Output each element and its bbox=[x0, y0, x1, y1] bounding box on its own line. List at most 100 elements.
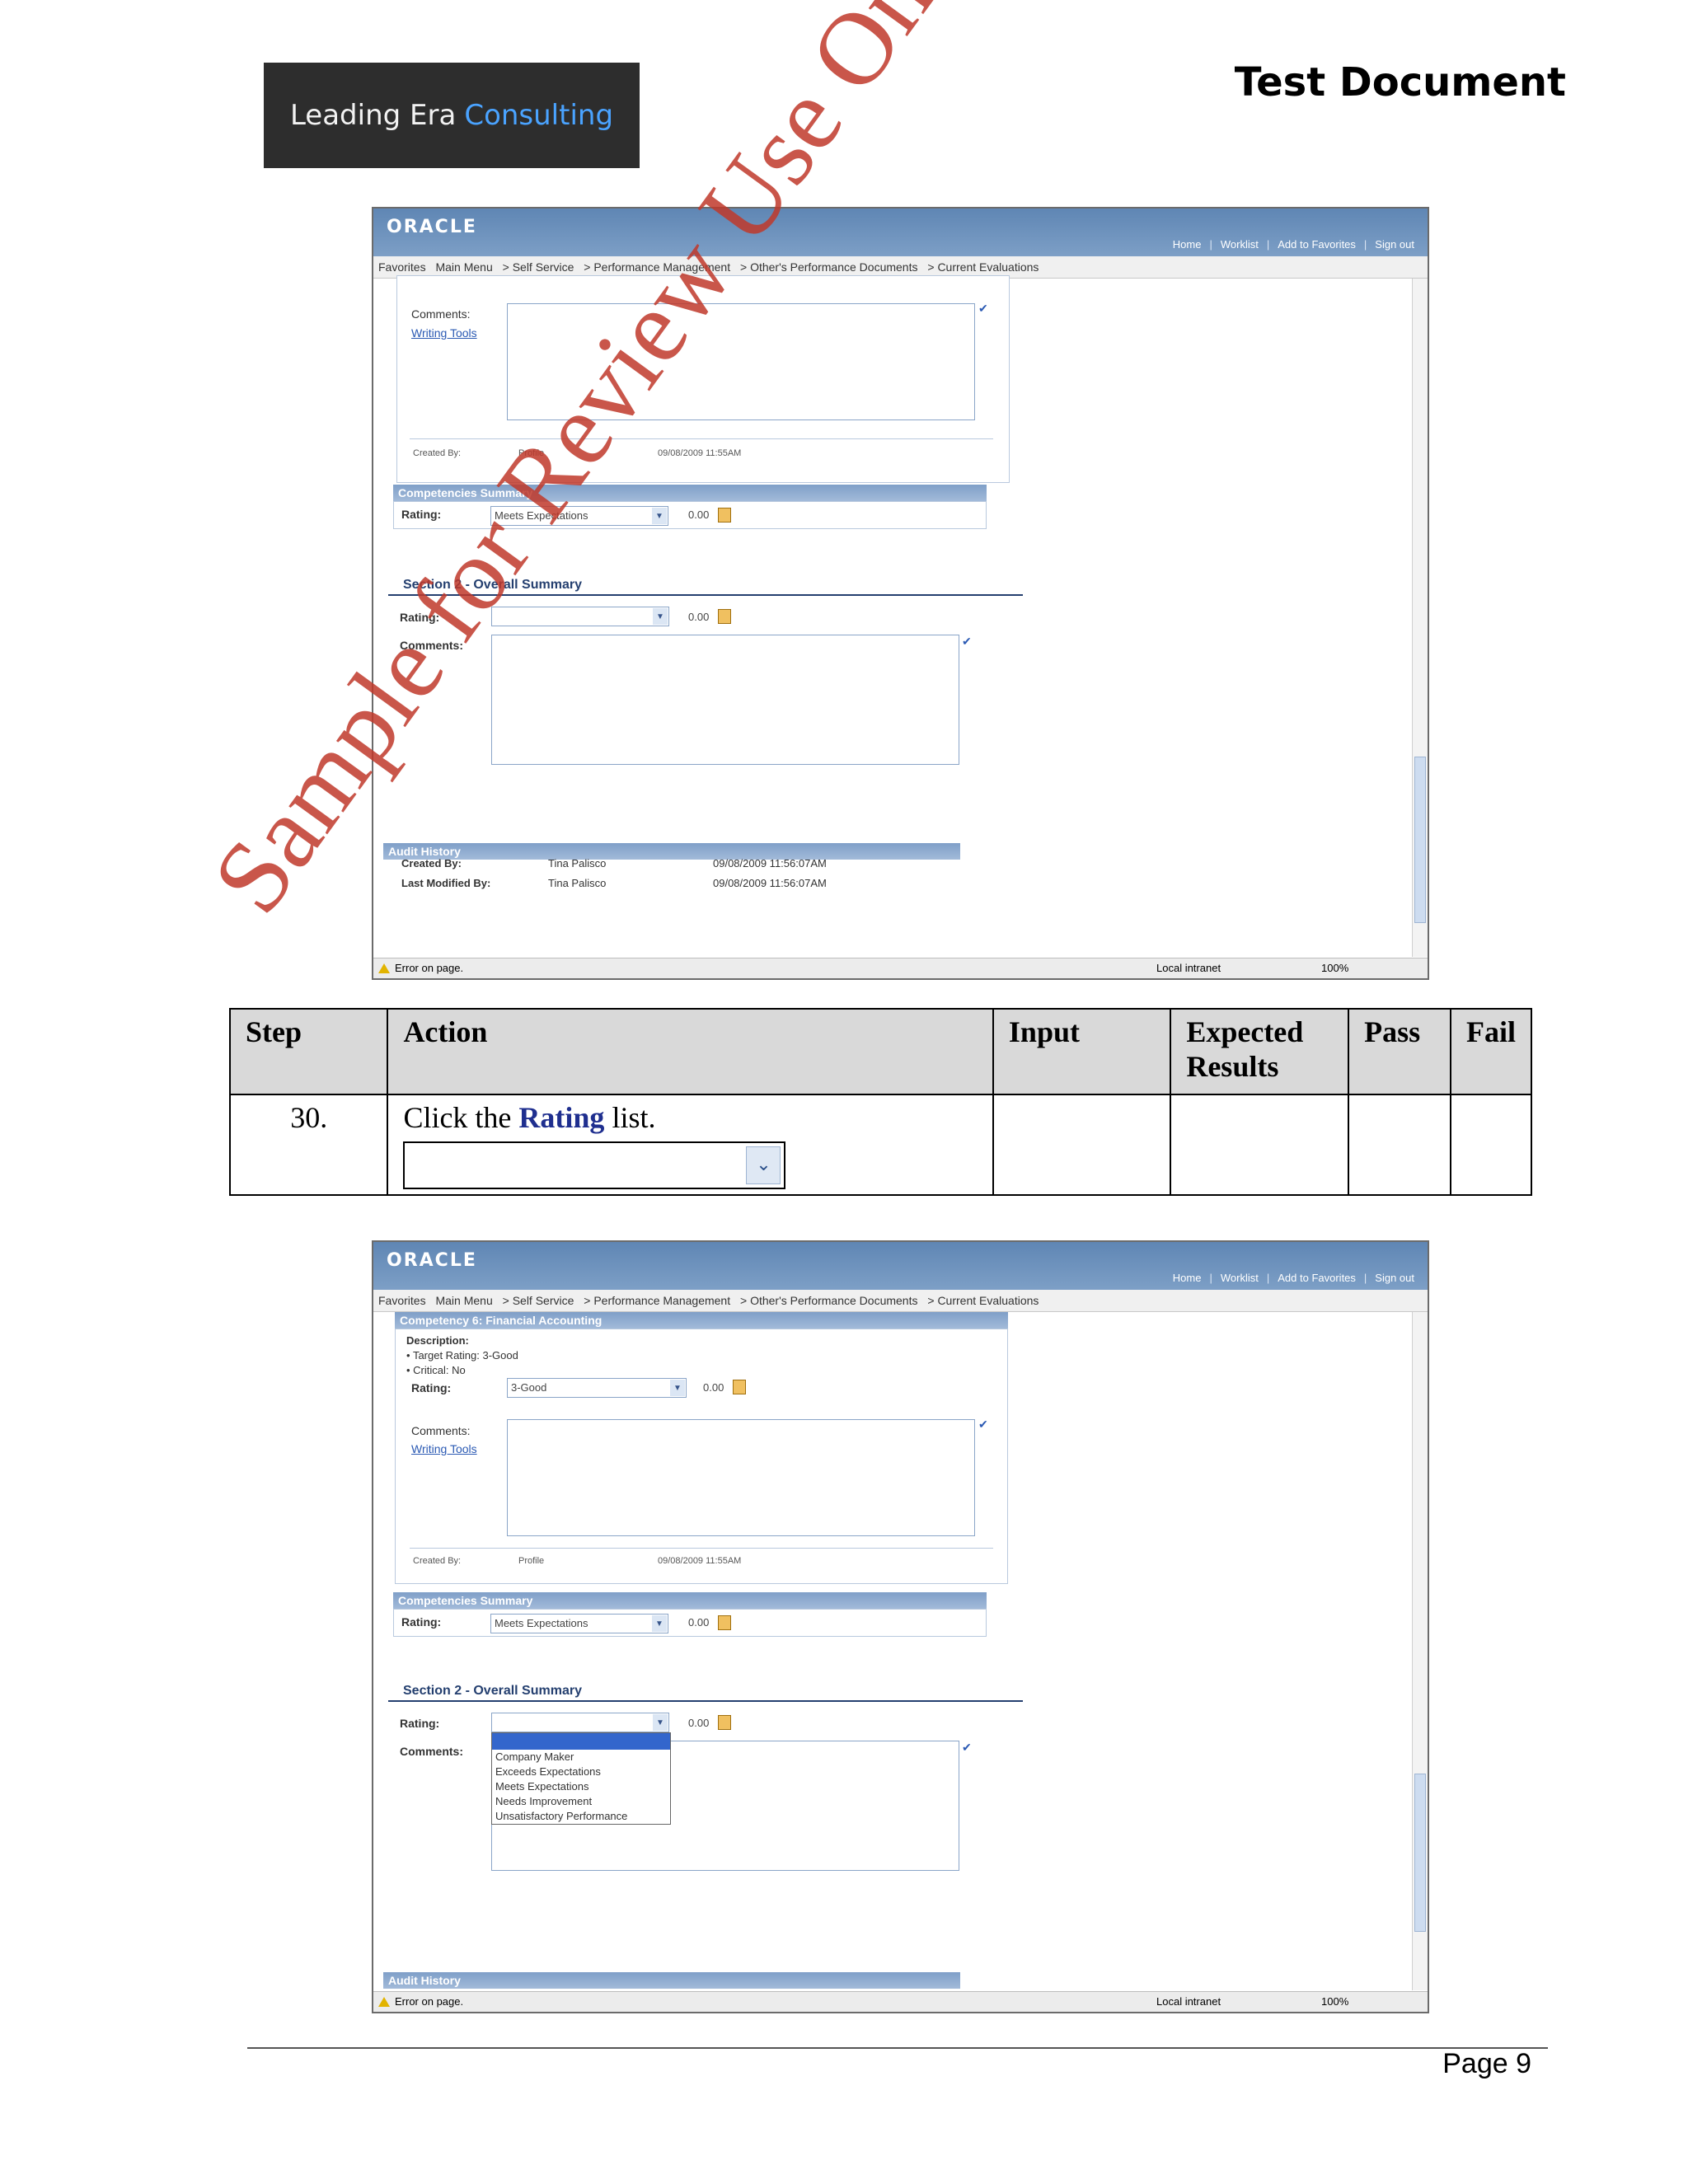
footer-divider bbox=[247, 2047, 1548, 2049]
warning-icon bbox=[378, 963, 390, 973]
bullet-target-rating-text: Target Rating: 3-Good bbox=[412, 1349, 518, 1361]
section-2-title: Section 2 - Overall Summary bbox=[403, 1684, 582, 1698]
action-text-post: list. bbox=[604, 1101, 656, 1134]
audit-modified-label: Last Modified By: bbox=[401, 877, 491, 889]
document-title: Test Document bbox=[1234, 59, 1566, 105]
audit-history-header[interactable]: Audit History bbox=[383, 1972, 960, 1989]
spellcheck-icon[interactable]: ✔ bbox=[962, 1741, 973, 1754]
section-score: 0.00 bbox=[688, 1717, 710, 1729]
action-text-pre: Click the bbox=[403, 1101, 519, 1134]
audit-created-label: Created By: bbox=[401, 857, 462, 869]
top-nav: Home | Worklist | Add to Favorites | Sign o… bbox=[1172, 238, 1414, 251]
comments-label: Comments: bbox=[411, 1424, 471, 1437]
pass-cell bbox=[1348, 1094, 1451, 1196]
nav-home[interactable]: Home bbox=[1173, 1272, 1202, 1284]
zone-text: Local intranet bbox=[1156, 962, 1221, 974]
crumb-favorites[interactable]: Favorites bbox=[378, 1294, 426, 1307]
calculator-icon[interactable] bbox=[718, 609, 731, 624]
spellcheck-icon[interactable]: ✔ bbox=[978, 302, 990, 315]
header-expected: Expected Results bbox=[1170, 1008, 1350, 1095]
section-rating-label: Rating: bbox=[400, 1717, 440, 1730]
header-pass: Pass bbox=[1348, 1008, 1451, 1095]
crumb-others-docs[interactable]: > Other's Performance Documents bbox=[740, 1294, 917, 1307]
dropdown-option[interactable]: Meets Expectations bbox=[492, 1779, 670, 1794]
crumb-current-evals[interactable]: > Current Evaluations bbox=[927, 1294, 1039, 1307]
audit-modified-name: Tina Palisco bbox=[548, 877, 607, 889]
section-comments-label: Comments: bbox=[400, 1745, 464, 1758]
crumb-self-service[interactable]: > Self Service bbox=[503, 260, 574, 274]
oracle-header-bar: ORACLE Home | Worklist | Add to Favorites |… bbox=[373, 1242, 1428, 1290]
writing-tools-link[interactable]: Writing Tools bbox=[411, 326, 477, 340]
chevron-down-icon: ▼ bbox=[653, 608, 668, 625]
header-fail: Fail bbox=[1450, 1008, 1532, 1095]
table-header-row: Step Action Input Expected Results Pass … bbox=[228, 1008, 1532, 1095]
calculator-icon[interactable] bbox=[718, 1715, 731, 1730]
logo-main-text: Leading Era bbox=[289, 99, 457, 132]
status-bar: Error on page. Local intranet 100% bbox=[373, 1991, 1428, 2012]
dropdown-option[interactable]: Needs Improvement bbox=[492, 1794, 670, 1809]
nav-sign-out[interactable]: Sign out bbox=[1375, 238, 1414, 251]
nav-add-favorites[interactable]: Add to Favorites bbox=[1278, 1272, 1356, 1284]
overall-comments-textarea[interactable] bbox=[491, 635, 959, 765]
summary-score: 0.00 bbox=[688, 1616, 710, 1629]
crumb-main-menu[interactable]: Main Menu bbox=[435, 1294, 492, 1307]
section-score: 0.00 bbox=[688, 611, 710, 623]
bullet-target-rating: • Target Rating: 3-Good bbox=[406, 1349, 518, 1361]
comments-textarea[interactable] bbox=[507, 1419, 975, 1536]
action-rating-term: Rating bbox=[518, 1101, 605, 1134]
crumb-favorites[interactable]: Favorites bbox=[378, 260, 426, 274]
crumb-performance[interactable]: > Performance Management bbox=[584, 1294, 730, 1307]
competency-header[interactable]: Competency 6: Financial Accounting bbox=[395, 1312, 1008, 1329]
audit-created-date: 09/08/2009 11:56:07AM bbox=[713, 857, 827, 869]
audit-modified-date: 09/08/2009 11:56:07AM bbox=[713, 877, 827, 889]
created-by-label: Created By: bbox=[413, 1556, 462, 1566]
summary-score: 0.00 bbox=[688, 509, 710, 521]
spellcheck-icon[interactable]: ✔ bbox=[962, 635, 973, 648]
summary-rating-select[interactable]: Meets Expectations ▼ bbox=[490, 1614, 668, 1633]
crumb-current-evals[interactable]: > Current Evaluations bbox=[927, 260, 1039, 274]
created-date: 09/08/2009 11:55AM bbox=[658, 1556, 742, 1566]
chevron-down-icon: ▼ bbox=[653, 1714, 668, 1731]
header-input: Input bbox=[992, 1008, 1172, 1095]
created-by-label: Created By: bbox=[413, 448, 462, 458]
spellcheck-icon[interactable]: ✔ bbox=[978, 1418, 990, 1431]
crumb-main-menu[interactable]: Main Menu bbox=[435, 260, 492, 274]
writing-tools-link[interactable]: Writing Tools bbox=[411, 1442, 477, 1455]
competency-score: 0.00 bbox=[703, 1381, 724, 1394]
breadcrumb: Favorites Main Menu > Self Service > Per… bbox=[373, 1290, 1428, 1312]
vertical-scrollbar[interactable] bbox=[1412, 1312, 1428, 1990]
dropdown-option[interactable]: Exceeds Expectations bbox=[492, 1765, 670, 1779]
nav-worklist[interactable]: Worklist bbox=[1221, 1272, 1259, 1284]
zoom-level[interactable]: 100% bbox=[1321, 1992, 1348, 2012]
rating-dropdown-list: Company Maker Exceeds Expectations Meets… bbox=[491, 1732, 671, 1825]
status-bar: Error on page. Local intranet 100% bbox=[373, 958, 1428, 978]
nav-worklist[interactable]: Worklist bbox=[1221, 238, 1259, 251]
step-number: 30. bbox=[228, 1094, 389, 1196]
calculator-icon[interactable] bbox=[718, 1615, 731, 1630]
input-cell bbox=[992, 1094, 1172, 1196]
oracle-logo: ORACLE bbox=[387, 1250, 477, 1271]
calculator-icon[interactable] bbox=[718, 508, 731, 523]
nav-add-favorites[interactable]: Add to Favorites bbox=[1278, 238, 1356, 251]
created-date: 09/08/2009 11:55AM bbox=[658, 448, 742, 458]
crumb-self-service[interactable]: > Self Service bbox=[503, 1294, 574, 1307]
profile-label: Profile bbox=[518, 1556, 545, 1566]
dropdown-blank-option[interactable] bbox=[492, 1733, 670, 1750]
nav-sign-out[interactable]: Sign out bbox=[1375, 1272, 1414, 1284]
page-content: Competency 6: Financial Accounting Descr… bbox=[373, 1312, 1411, 1990]
chevron-down-icon: ▼ bbox=[670, 1380, 685, 1396]
section-underline bbox=[388, 1700, 1023, 1702]
dropdown-option[interactable]: Company Maker bbox=[492, 1750, 670, 1765]
dropdown-option[interactable]: Unsatisfactory Performance bbox=[492, 1809, 670, 1824]
page-number: Page 9 bbox=[1442, 2048, 1531, 2079]
overall-rating-select[interactable]: ▼ bbox=[491, 1713, 669, 1732]
audit-history-header[interactable]: Audit History bbox=[383, 843, 960, 860]
zoom-level[interactable]: 100% bbox=[1321, 958, 1348, 978]
rating-label: Rating: bbox=[411, 1381, 452, 1394]
summary-rating-label: Rating: bbox=[401, 1615, 442, 1629]
audit-created-name: Tina Palisco bbox=[548, 857, 607, 869]
nav-home[interactable]: Home bbox=[1173, 238, 1202, 251]
vertical-scrollbar[interactable] bbox=[1412, 279, 1428, 957]
calculator-icon[interactable] bbox=[733, 1380, 746, 1394]
competency-rating-select[interactable]: 3-Good ▼ bbox=[507, 1378, 687, 1398]
